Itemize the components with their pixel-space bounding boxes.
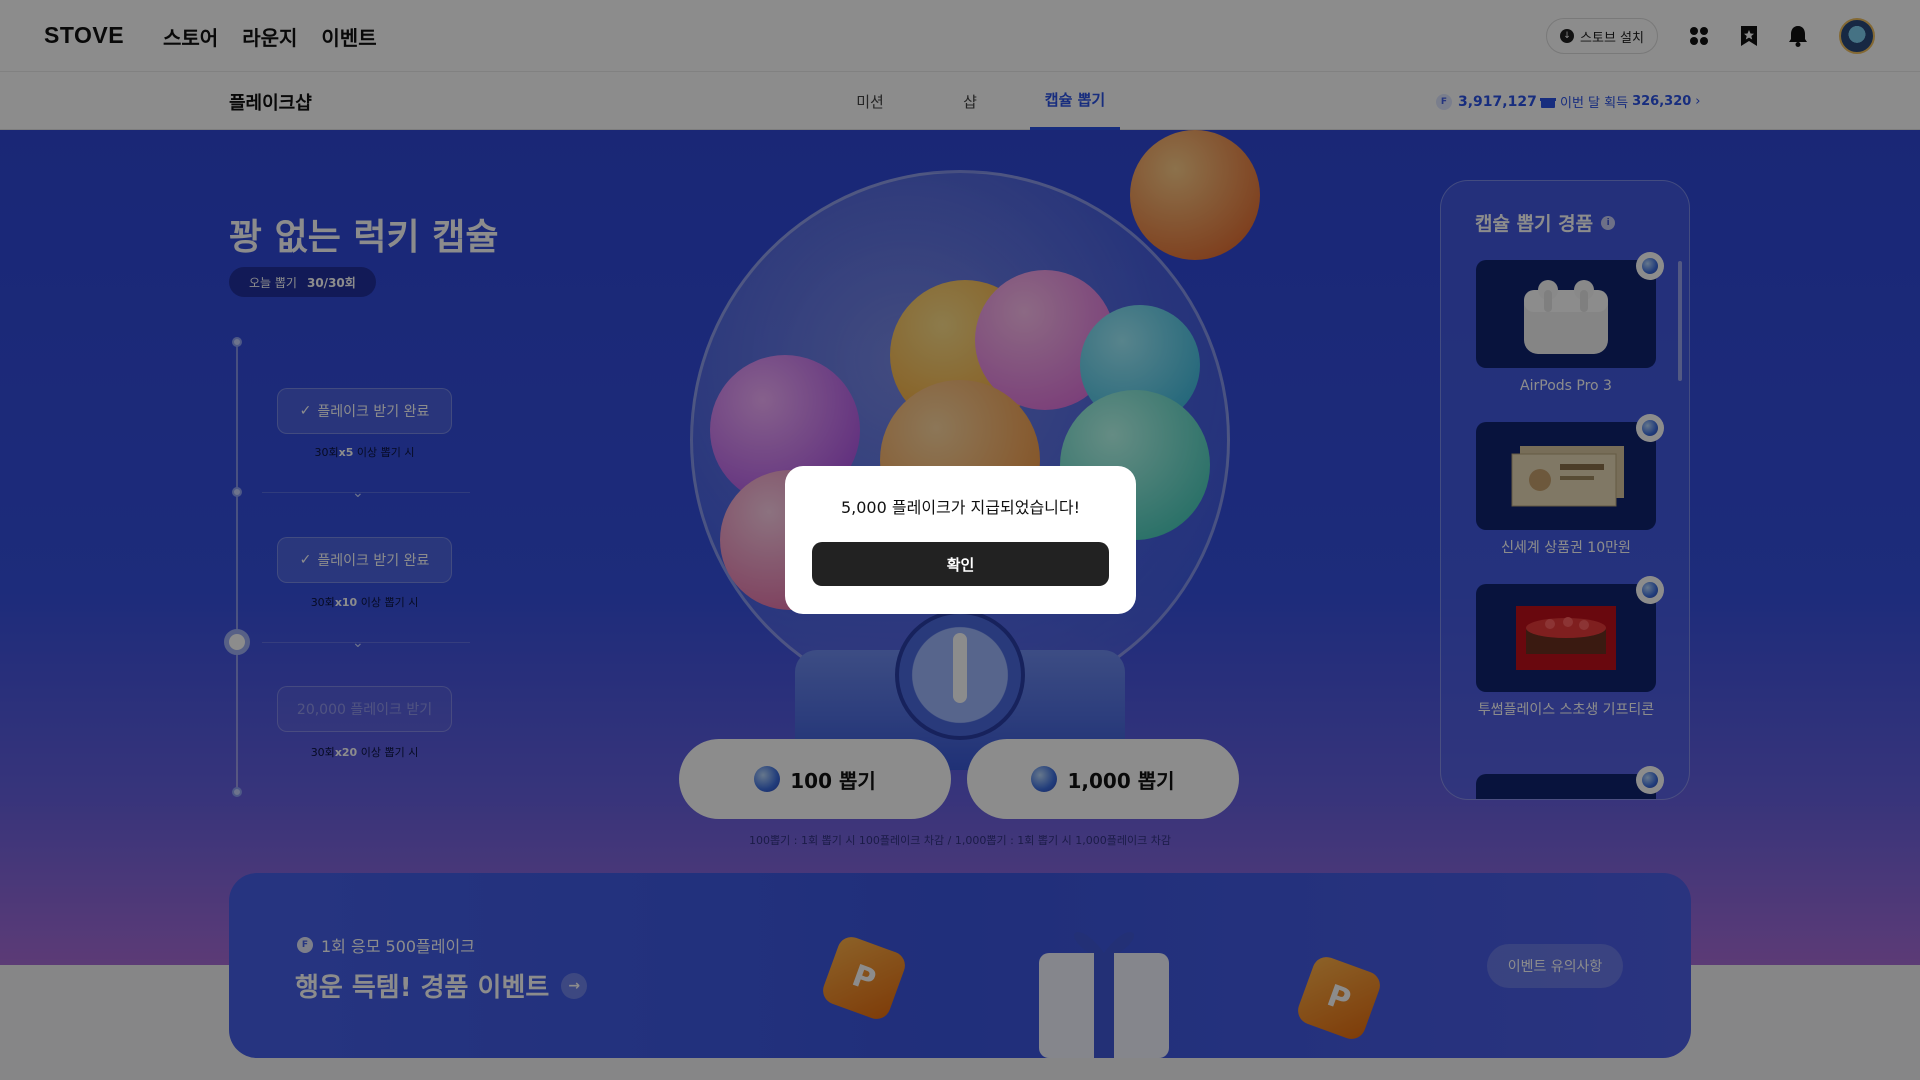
reward-dialog: 5,000 플레이크가 지급되었습니다! 확인 xyxy=(785,466,1136,614)
dialog-message: 5,000 플레이크가 지급되었습니다! xyxy=(840,498,1081,517)
confirm-button[interactable]: 확인 xyxy=(812,542,1109,586)
